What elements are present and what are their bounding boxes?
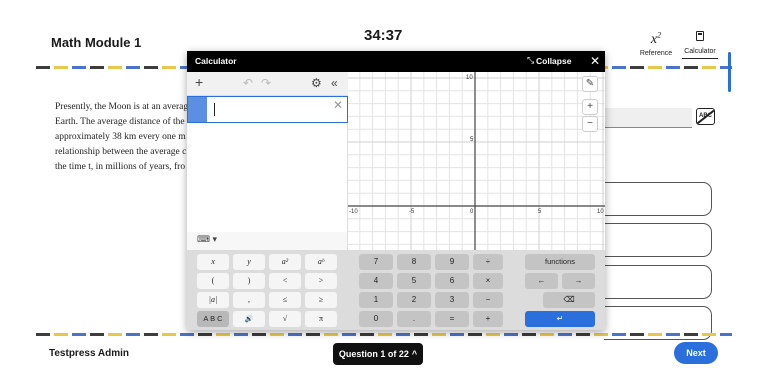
key-plus[interactable]: + — [473, 311, 503, 327]
next-button[interactable]: Next — [674, 342, 718, 364]
key-multiply[interactable]: × — [473, 273, 503, 289]
functions-button[interactable]: functions — [525, 254, 595, 270]
key-divide[interactable]: ÷ — [473, 254, 503, 270]
timer: 34:37 — [364, 27, 403, 44]
enter-icon: ↵ — [556, 314, 564, 323]
zoom-in-button[interactable]: + — [582, 99, 598, 115]
add-expression-icon[interactable]: + — [195, 74, 203, 90]
text-cursor — [214, 103, 215, 116]
footer-divider — [36, 333, 732, 336]
key-a-power-b[interactable]: aᵇ — [305, 254, 337, 270]
calculator-title: Calculator — [195, 56, 237, 66]
keyboard-toggle[interactable]: ⌨ ▾ — [187, 232, 348, 250]
zoom-out-button[interactable]: − — [582, 116, 598, 132]
key-6[interactable]: 6 — [435, 273, 469, 289]
key-y[interactable]: y — [233, 254, 265, 270]
scrollbar-thumb[interactable] — [728, 52, 731, 92]
calculator-label: Calculator — [684, 48, 716, 55]
wrench-icon[interactable]: ✎ — [582, 76, 598, 92]
expression-list: ✕ — [187, 96, 348, 232]
key-less-than[interactable]: < — [269, 273, 301, 289]
x-tick-label: 0 — [470, 209, 474, 215]
key-7[interactable]: 7 — [359, 254, 393, 270]
question-header-band — [604, 108, 692, 128]
key-abs[interactable]: |a| — [197, 292, 229, 308]
key-8[interactable]: 8 — [397, 254, 431, 270]
speaker-icon[interactable]: 🔊 — [233, 311, 265, 327]
key-comma[interactable]: , — [233, 292, 265, 308]
key-pi[interactable]: π — [305, 311, 337, 327]
expression-row[interactable]: ✕ — [187, 96, 348, 123]
key-equals[interactable]: = — [435, 311, 469, 327]
key-9[interactable]: 9 — [435, 254, 469, 270]
key-4[interactable]: 4 — [359, 273, 393, 289]
key-close-paren[interactable]: ) — [233, 273, 265, 289]
key-decimal[interactable]: . — [397, 311, 431, 327]
graph-area[interactable]: -10 -5 0 5 10 10 5 ✎ + − — [348, 72, 605, 250]
key-3[interactable]: 3 — [435, 292, 469, 308]
answer-choice-a[interactable] — [604, 182, 712, 216]
close-icon[interactable]: ✕ — [590, 54, 600, 68]
reference-label: Reference — [639, 49, 673, 57]
expression-toolbar: + ↶ ↷ ⚙ « — [187, 72, 348, 96]
module-title: Math Module 1 — [51, 35, 142, 50]
user-name: Testpress Admin — [49, 348, 130, 359]
key-0[interactable]: 0 — [359, 311, 393, 327]
calculator-titlebar[interactable]: Calculator ⤡ Collapse ✕ — [187, 51, 605, 72]
undo-icon[interactable]: ↶ — [243, 76, 253, 90]
answer-choice-b[interactable] — [604, 223, 712, 257]
x-tick-label: 5 — [538, 209, 542, 215]
key-minus[interactable]: − — [473, 292, 503, 308]
calculator-icon — [696, 31, 704, 41]
graph-canvas[interactable]: -10 -5 0 5 10 10 5 — [348, 72, 605, 250]
key-2[interactable]: 2 — [397, 292, 431, 308]
question-nav-button[interactable]: Question 1 of 22 ^ — [333, 343, 423, 365]
question-nav-label: Question 1 of 22 — [338, 349, 409, 359]
x-tick-label: 10 — [597, 209, 604, 215]
expression-index — [188, 97, 207, 122]
reference-button[interactable]: x2 Reference — [634, 28, 678, 57]
backspace-icon: ⌫ — [563, 295, 575, 304]
x-tick-label: -5 — [409, 209, 415, 215]
abc-keyboard-button[interactable]: A B C — [197, 311, 229, 327]
key-x[interactable]: x — [197, 254, 229, 270]
key-5[interactable]: 5 — [397, 273, 431, 289]
key-a-squared[interactable]: a² — [269, 254, 301, 270]
arrow-right-button[interactable]: → — [562, 273, 595, 289]
redo-icon[interactable]: ↷ — [261, 76, 271, 90]
calculator-active-underline — [682, 58, 718, 59]
reference-icon: x2 — [650, 30, 662, 47]
key-open-paren[interactable]: ( — [197, 273, 229, 289]
backspace-button[interactable]: ⌫ — [543, 292, 595, 308]
y-tick-label: 10 — [466, 75, 473, 81]
key-1[interactable]: 1 — [359, 292, 393, 308]
enter-button[interactable]: ↵ — [525, 311, 595, 327]
delete-expression-icon[interactable]: ✕ — [333, 98, 343, 112]
key-greater-than[interactable]: > — [305, 273, 337, 289]
x-tick-label: -10 — [349, 209, 358, 215]
collapse-list-icon[interactable]: « — [331, 76, 338, 90]
key-less-equal[interactable]: ≤ — [269, 292, 301, 308]
key-greater-equal[interactable]: ≥ — [305, 292, 337, 308]
collapse-button[interactable]: Collapse — [536, 56, 571, 66]
collapse-icon[interactable]: ⤡ — [527, 55, 534, 66]
chevron-up-icon: ^ — [411, 349, 418, 359]
keyboard-icon: ⌨ ▾ — [197, 234, 218, 244]
key-sqrt[interactable]: √ — [269, 311, 301, 327]
answer-choice-c[interactable] — [604, 265, 712, 299]
calculator-button[interactable]: Calculator — [678, 28, 722, 59]
arrow-left-button[interactable]: ← — [525, 273, 558, 289]
calculator-window[interactable]: Calculator ⤡ Collapse ✕ + ↶ ↷ ⚙ « ✕ ⌨ ▾ … — [187, 51, 605, 330]
calculator-keypad: x y a² aᵇ 7 8 9 ÷ functions ( ) < > 4 5 … — [187, 250, 605, 330]
gear-icon[interactable]: ⚙ — [311, 76, 322, 90]
strikethrough-toggle-button[interactable]: ABC — [696, 108, 715, 125]
